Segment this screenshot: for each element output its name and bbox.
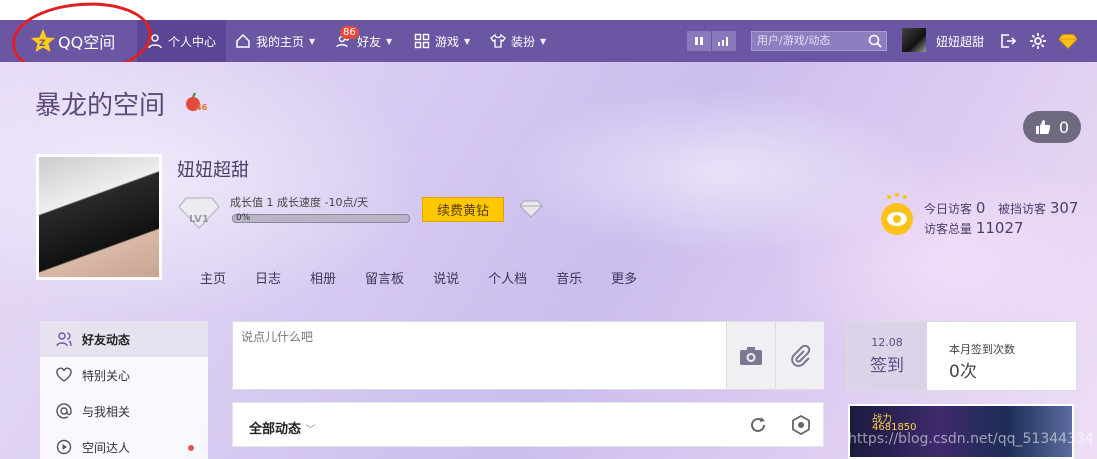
total-visitors-label: 访客总量	[924, 222, 973, 236]
pause-icon	[695, 37, 703, 45]
nav-label: 个人中心	[168, 34, 217, 49]
pause-button[interactable]	[687, 31, 711, 51]
sidebar-item-label: 特别关心	[82, 368, 131, 383]
blocked-visitors[interactable]: 被挡访客 307	[998, 199, 1078, 217]
feed-filter-dropdown[interactable]: 全部动态 ﹀	[249, 418, 316, 437]
signal-bars-button[interactable]	[712, 31, 736, 51]
attach-button[interactable]	[775, 322, 824, 389]
sidebar-item-related-to-me[interactable]: 与我相关	[40, 393, 208, 429]
grey-diamond-icon[interactable]	[519, 199, 543, 219]
level-badge-icon[interactable]: LV1	[178, 196, 220, 230]
new-dot-indicator	[188, 445, 194, 451]
growth-info: 成长值 1 成长速度 -10点/天	[230, 196, 369, 209]
top-navbar: Z QQ空间 个人中心 我的主页 ▼ 好友 ▼ 86 游戏 ▼ 装扮 ▼ 用户/…	[0, 20, 1097, 62]
today-visitors-count: 0	[975, 199, 986, 217]
checkin-button[interactable]: 12.08 签到	[847, 322, 927, 390]
nav-label: 游戏	[435, 34, 460, 49]
yellow-diamond-icon[interactable]	[1059, 32, 1077, 50]
nav-label: 装扮	[511, 34, 536, 49]
blocked-visitors-label: 被挡访客	[998, 202, 1047, 216]
tab-album[interactable]: 相册	[310, 268, 336, 287]
feed-sidebar: 好友动态 特别关心 与我相关 空间达人	[40, 321, 208, 459]
feed-filter-label: 全部动态	[249, 422, 302, 437]
grid-icon	[414, 33, 430, 49]
today-visitors[interactable]: 今日访客 0	[924, 199, 985, 217]
gear-icon[interactable]	[1029, 32, 1047, 50]
tab-music[interactable]: 音乐	[556, 268, 582, 287]
nav-games[interactable]: 游戏 ▼	[414, 20, 470, 62]
sidebar-item-space-expert[interactable]: 空间达人	[40, 429, 208, 459]
like-count: 0	[1058, 117, 1070, 137]
friends-icon	[56, 332, 72, 347]
add-photo-button[interactable]	[726, 322, 775, 389]
chevron-down-icon: ▼	[540, 36, 547, 46]
chevron-down-icon: ▼	[309, 36, 316, 46]
bars-icon	[718, 37, 728, 46]
chevron-down-icon: ▼	[464, 36, 471, 46]
camera-icon	[740, 346, 762, 365]
heart-icon	[56, 367, 72, 382]
nav-friends[interactable]: 好友 ▼ 86	[336, 20, 392, 62]
nav-my-homepage[interactable]: 我的主页 ▼	[235, 20, 315, 62]
today-visitors-label: 今日访客	[924, 202, 973, 216]
csdn-watermark: https://blog.csdn.net/qq_51344334	[848, 431, 1094, 447]
nav-username[interactable]: 妞妞超甜	[936, 33, 984, 50]
tab-profile[interactable]: 个人档	[488, 268, 527, 287]
paperclip-icon	[791, 344, 811, 367]
tab-message-board[interactable]: 留言板	[365, 268, 404, 287]
monthly-checkin-label: 本月签到次数	[949, 343, 1015, 356]
composer-placeholder: 说点儿什么吧	[241, 330, 314, 344]
top-white-strip	[0, 0, 1097, 20]
sidebar-item-special-care[interactable]: 特别关心	[40, 357, 208, 393]
growth-progress-label: 0%	[236, 213, 251, 223]
shirt-icon	[490, 33, 506, 48]
like-button[interactable]: 0	[1023, 111, 1081, 143]
friends-count-badge: 86	[340, 26, 359, 39]
sidebar-item-label: 与我相关	[82, 404, 131, 419]
sidebar-item-label: 好友动态	[82, 332, 131, 347]
home-icon	[236, 33, 250, 48]
space-title: 暴龙的空间	[35, 91, 166, 121]
total-visitors[interactable]: 访客总量 11027	[924, 219, 1024, 237]
post-composer[interactable]: 说点儿什么吧	[232, 321, 824, 390]
monthly-checkin-count: 0次	[949, 362, 977, 382]
logout-icon[interactable]	[999, 32, 1017, 50]
search-icon[interactable]	[868, 34, 882, 48]
total-visitors-count: 11027	[975, 219, 1024, 237]
profile-username[interactable]: 妞妞超甜	[177, 156, 249, 182]
checkin-label: 签到	[870, 356, 904, 376]
settings-hex-icon[interactable]	[791, 415, 811, 435]
profile-avatar[interactable]	[36, 154, 162, 280]
fruit-icon[interactable]: 46	[184, 92, 210, 114]
search-input[interactable]: 用户/游戏/动态	[751, 31, 887, 51]
renew-yellow-diamond-button[interactable]: 续费黄钻	[422, 197, 504, 222]
sidebar-item-friend-feed[interactable]: 好友动态	[40, 321, 208, 357]
user-avatar[interactable]	[902, 28, 926, 52]
chevron-down-icon: ▼	[386, 36, 393, 46]
thumbs-up-icon	[1035, 120, 1051, 134]
nav-label: 我的主页	[256, 34, 305, 49]
refresh-icon[interactable]	[748, 415, 768, 435]
play-circle-icon	[56, 439, 72, 455]
level-text: LV1	[189, 214, 209, 225]
search-placeholder: 用户/游戏/动态	[757, 34, 831, 47]
nav-label: 好友	[357, 34, 382, 49]
nav-decorate[interactable]: 装扮 ▼	[490, 20, 546, 62]
checkin-date: 12.08	[871, 336, 903, 349]
tab-shuoshuo[interactable]: 说说	[433, 268, 459, 287]
chevron-down-icon: ﹀	[305, 425, 316, 436]
sidebar-item-label: 空间达人	[82, 440, 131, 455]
tab-more[interactable]: 更多	[611, 268, 637, 287]
feed-filter-bar: 全部动态 ﹀	[232, 402, 824, 447]
checkin-widget: 12.08 签到 本月签到次数 0次	[846, 321, 1077, 391]
at-icon	[56, 403, 72, 419]
tab-home[interactable]: 主页	[200, 268, 226, 287]
profile-tabs: 主页 日志 相册 留言板 说说 个人档 音乐 更多	[200, 268, 666, 287]
growth-progress-bar	[232, 214, 410, 223]
blocked-visitors-count: 307	[1049, 199, 1079, 217]
fruit-count: 46	[196, 103, 208, 112]
visitor-eye-icon[interactable]	[879, 193, 915, 237]
tab-blog[interactable]: 日志	[255, 268, 281, 287]
